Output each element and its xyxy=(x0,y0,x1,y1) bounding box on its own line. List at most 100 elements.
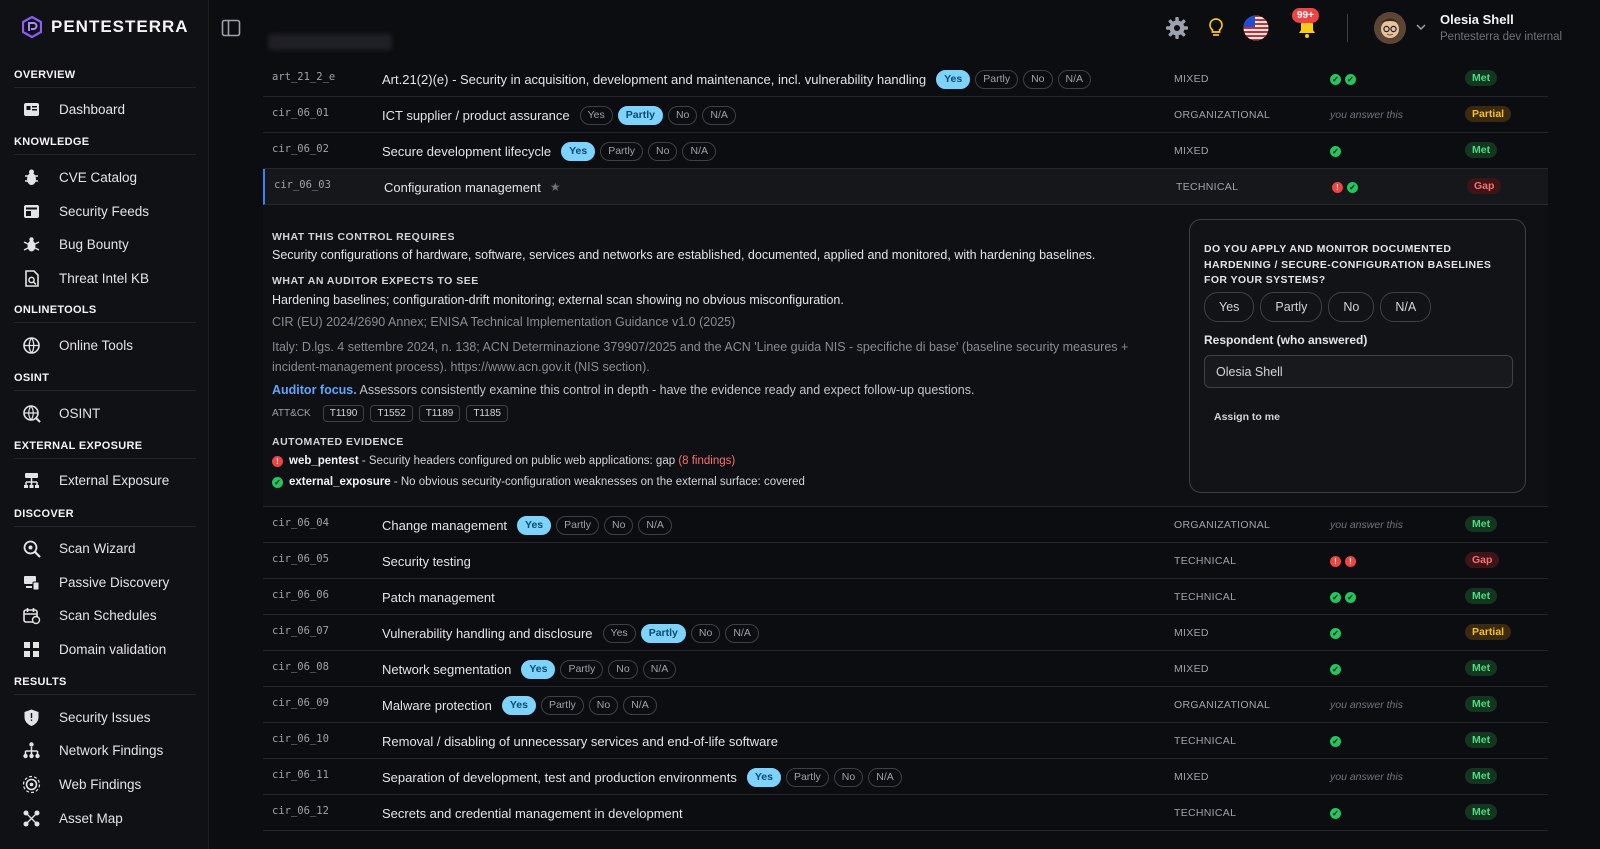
table-row[interactable]: cir_06_11 Separation of development, test… xyxy=(263,759,1548,795)
control-name-cell: Secrets and credential management in dev… xyxy=(382,795,688,831)
chevron-down-icon[interactable] xyxy=(1416,22,1426,32)
table-row[interactable]: art_21_2_e Art.21(2)(e) - Security in acq… xyxy=(263,61,1548,97)
sidebar-item-scan-schedules[interactable]: Scan Schedules xyxy=(22,602,157,628)
answer-na-button[interactable]: N/A xyxy=(1380,292,1432,322)
sidebar-item-security-issues[interactable]: Security Issues xyxy=(22,704,151,730)
answer-option-partly[interactable]: Partly xyxy=(785,767,829,787)
status-badge: Met xyxy=(1465,588,1498,604)
control-code: cir_06_06 xyxy=(272,589,329,601)
answer-option-no[interactable]: No xyxy=(648,141,678,161)
technique-tag[interactable]: T1189 xyxy=(418,405,461,422)
answer-option-yes[interactable]: Yes xyxy=(936,69,971,89)
sidebar-item-web-findings[interactable]: Web Findings xyxy=(22,771,141,797)
answer-option-partly[interactable]: Partly xyxy=(975,69,1019,89)
notification-count-badge: 99+ xyxy=(1292,8,1319,23)
answer-option-yes[interactable]: Yes xyxy=(521,659,556,679)
sidebar-item-network-findings[interactable]: Network Findings xyxy=(22,737,163,763)
answer-partly-button[interactable]: Partly xyxy=(1260,292,1323,322)
answer-option-na[interactable]: N/A xyxy=(702,105,736,125)
answer-option-partly[interactable]: Partly xyxy=(617,105,663,125)
star-icon[interactable]: ★ xyxy=(550,180,561,194)
table-row-active[interactable]: cir_06_03 Configuration management ★ TEC… xyxy=(263,169,1548,205)
table-row[interactable]: cir_06_02 Secure development lifecycle Yes… xyxy=(263,133,1548,169)
technique-tag[interactable]: T1552 xyxy=(370,405,413,422)
evidence-ok-icon: ✓ xyxy=(1347,181,1358,193)
control-code: cir_06_02 xyxy=(272,143,329,155)
sidebar-item-scan-wizard[interactable]: Scan Wizard xyxy=(22,535,136,561)
answer-option-yes[interactable]: Yes xyxy=(561,141,596,161)
control-name: Removal / disabling of unnecessary servi… xyxy=(382,733,778,749)
technique-tag[interactable]: T1185 xyxy=(466,405,508,422)
table-row[interactable]: cir_06_09 Malware protection Yes Partly No N/… xyxy=(263,687,1548,723)
answer-option-na[interactable]: N/A xyxy=(642,659,677,679)
sidebar-item-osint[interactable]: OSINT xyxy=(22,400,100,426)
sidebar-item-threat-intel-kb[interactable]: Threat Intel KB xyxy=(22,265,149,291)
sidebar-item-security-feeds[interactable]: Security Feeds xyxy=(22,198,149,224)
table-row[interactable]: cir_06_01 ICT supplier / product assuranc… xyxy=(263,97,1548,133)
table-row[interactable]: cir_06_10 Removal / disabling of unnecess… xyxy=(263,723,1548,759)
table-row[interactable]: cir_06_08 Network segmentation Yes Partly No… xyxy=(263,651,1548,687)
answer-option-yes[interactable]: Yes xyxy=(517,515,552,535)
answer-option-na[interactable]: N/A xyxy=(623,695,657,715)
sidebar-item-domain-validation[interactable]: Domain validation xyxy=(22,636,166,662)
assign-to-me-button[interactable]: Assign to me xyxy=(1214,411,1280,423)
evidence-indicators: ✓ xyxy=(1330,133,1341,169)
answer-option-no[interactable]: No xyxy=(608,659,638,679)
answer-option-na[interactable]: N/A xyxy=(725,623,759,643)
sidebar-item-asset-map[interactable]: Asset Map xyxy=(22,805,123,831)
sidebar-item-label: Scan Wizard xyxy=(59,540,136,556)
answer-option-partly[interactable]: Partly xyxy=(600,141,644,161)
answer-no-button[interactable]: No xyxy=(1328,292,1375,322)
user-avatar[interactable] xyxy=(1374,12,1406,44)
answer-option-no[interactable]: No xyxy=(588,695,619,715)
control-type: MIXED xyxy=(1174,145,1209,157)
answer-option-na[interactable]: N/A xyxy=(682,141,716,161)
evidence-ok-icon: ✓ xyxy=(1345,591,1356,603)
settings-gear-icon[interactable] xyxy=(1164,15,1190,41)
sidebar-toggle-icon[interactable] xyxy=(221,18,241,38)
table-row[interactable]: cir_06_06 Patch management TECHNICAL ✓ ✓ Met xyxy=(263,579,1548,615)
evidence-indicators: !! xyxy=(1330,543,1356,579)
sidebar-item-external-exposure[interactable]: External Exposure xyxy=(22,467,169,493)
control-name: Patch management xyxy=(382,589,495,605)
answer-option-no[interactable]: No xyxy=(690,623,721,643)
answer-option-no[interactable]: No xyxy=(1023,69,1053,89)
table-row[interactable]: cir_06_04 Change management Yes Partly No N/A… xyxy=(263,507,1548,543)
status-badge: Met xyxy=(1465,732,1498,748)
us-flag-icon[interactable] xyxy=(1243,15,1269,41)
answer-option-partly[interactable]: Partly xyxy=(556,515,599,535)
answer-option-partly[interactable]: Partly xyxy=(560,659,604,679)
sidebar-item-dashboard[interactable]: Dashboard xyxy=(22,96,125,122)
answer-option-yes[interactable]: Yes xyxy=(602,623,636,643)
answer-option-partly[interactable]: Partly xyxy=(540,695,584,715)
sidebar-item-passive-discovery[interactable]: Passive Discovery xyxy=(22,569,169,595)
table-row[interactable]: cir_06_12 Secrets and credential manageme… xyxy=(263,795,1548,831)
answer-option-no[interactable]: No xyxy=(603,515,634,535)
topbar-divider xyxy=(1347,14,1348,42)
table-row[interactable]: cir_06_05 Security testing TECHNICAL!! Gap xyxy=(263,543,1548,579)
answer-option-no[interactable]: No xyxy=(667,105,698,125)
control-code: cir_06_12 xyxy=(272,805,329,817)
answer-option-yes[interactable]: Yes xyxy=(579,105,613,125)
answer-option-partly[interactable]: Partly xyxy=(640,623,686,643)
sidebar-item-cve-catalog[interactable]: CVE Catalog xyxy=(22,164,137,190)
answer-option-na[interactable]: N/A xyxy=(1057,69,1092,89)
control-name-cell: Network segmentation Yes Partly No N/A xyxy=(382,651,677,687)
scrollbar[interactable] xyxy=(1590,0,1600,849)
answer-options: Yes Partly No N/A xyxy=(1204,292,1432,322)
answer-option-na[interactable]: N/A xyxy=(638,515,672,535)
lightbulb-icon[interactable] xyxy=(1203,15,1229,41)
answer-option-yes[interactable]: Yes xyxy=(501,695,536,715)
status-badge: Met xyxy=(1465,660,1498,676)
respondent-input[interactable] xyxy=(1204,355,1513,388)
app-logo[interactable]: PENTESTERRA xyxy=(22,16,189,38)
answer-yes-button[interactable]: Yes xyxy=(1204,292,1255,322)
sidebar-item-bug-bounty[interactable]: Bug Bounty xyxy=(22,231,129,257)
answer-option-na[interactable]: N/A xyxy=(868,767,902,787)
answer-option-yes[interactable]: Yes xyxy=(746,767,781,787)
findings-link[interactable]: (8 findings) xyxy=(678,455,735,467)
sidebar-item-online-tools[interactable]: Online Tools xyxy=(22,332,133,358)
technique-tag[interactable]: T1190 xyxy=(322,405,365,422)
answer-option-no[interactable]: No xyxy=(833,767,864,787)
table-row[interactable]: cir_06_07 Vulnerability handling and disc… xyxy=(263,615,1548,651)
